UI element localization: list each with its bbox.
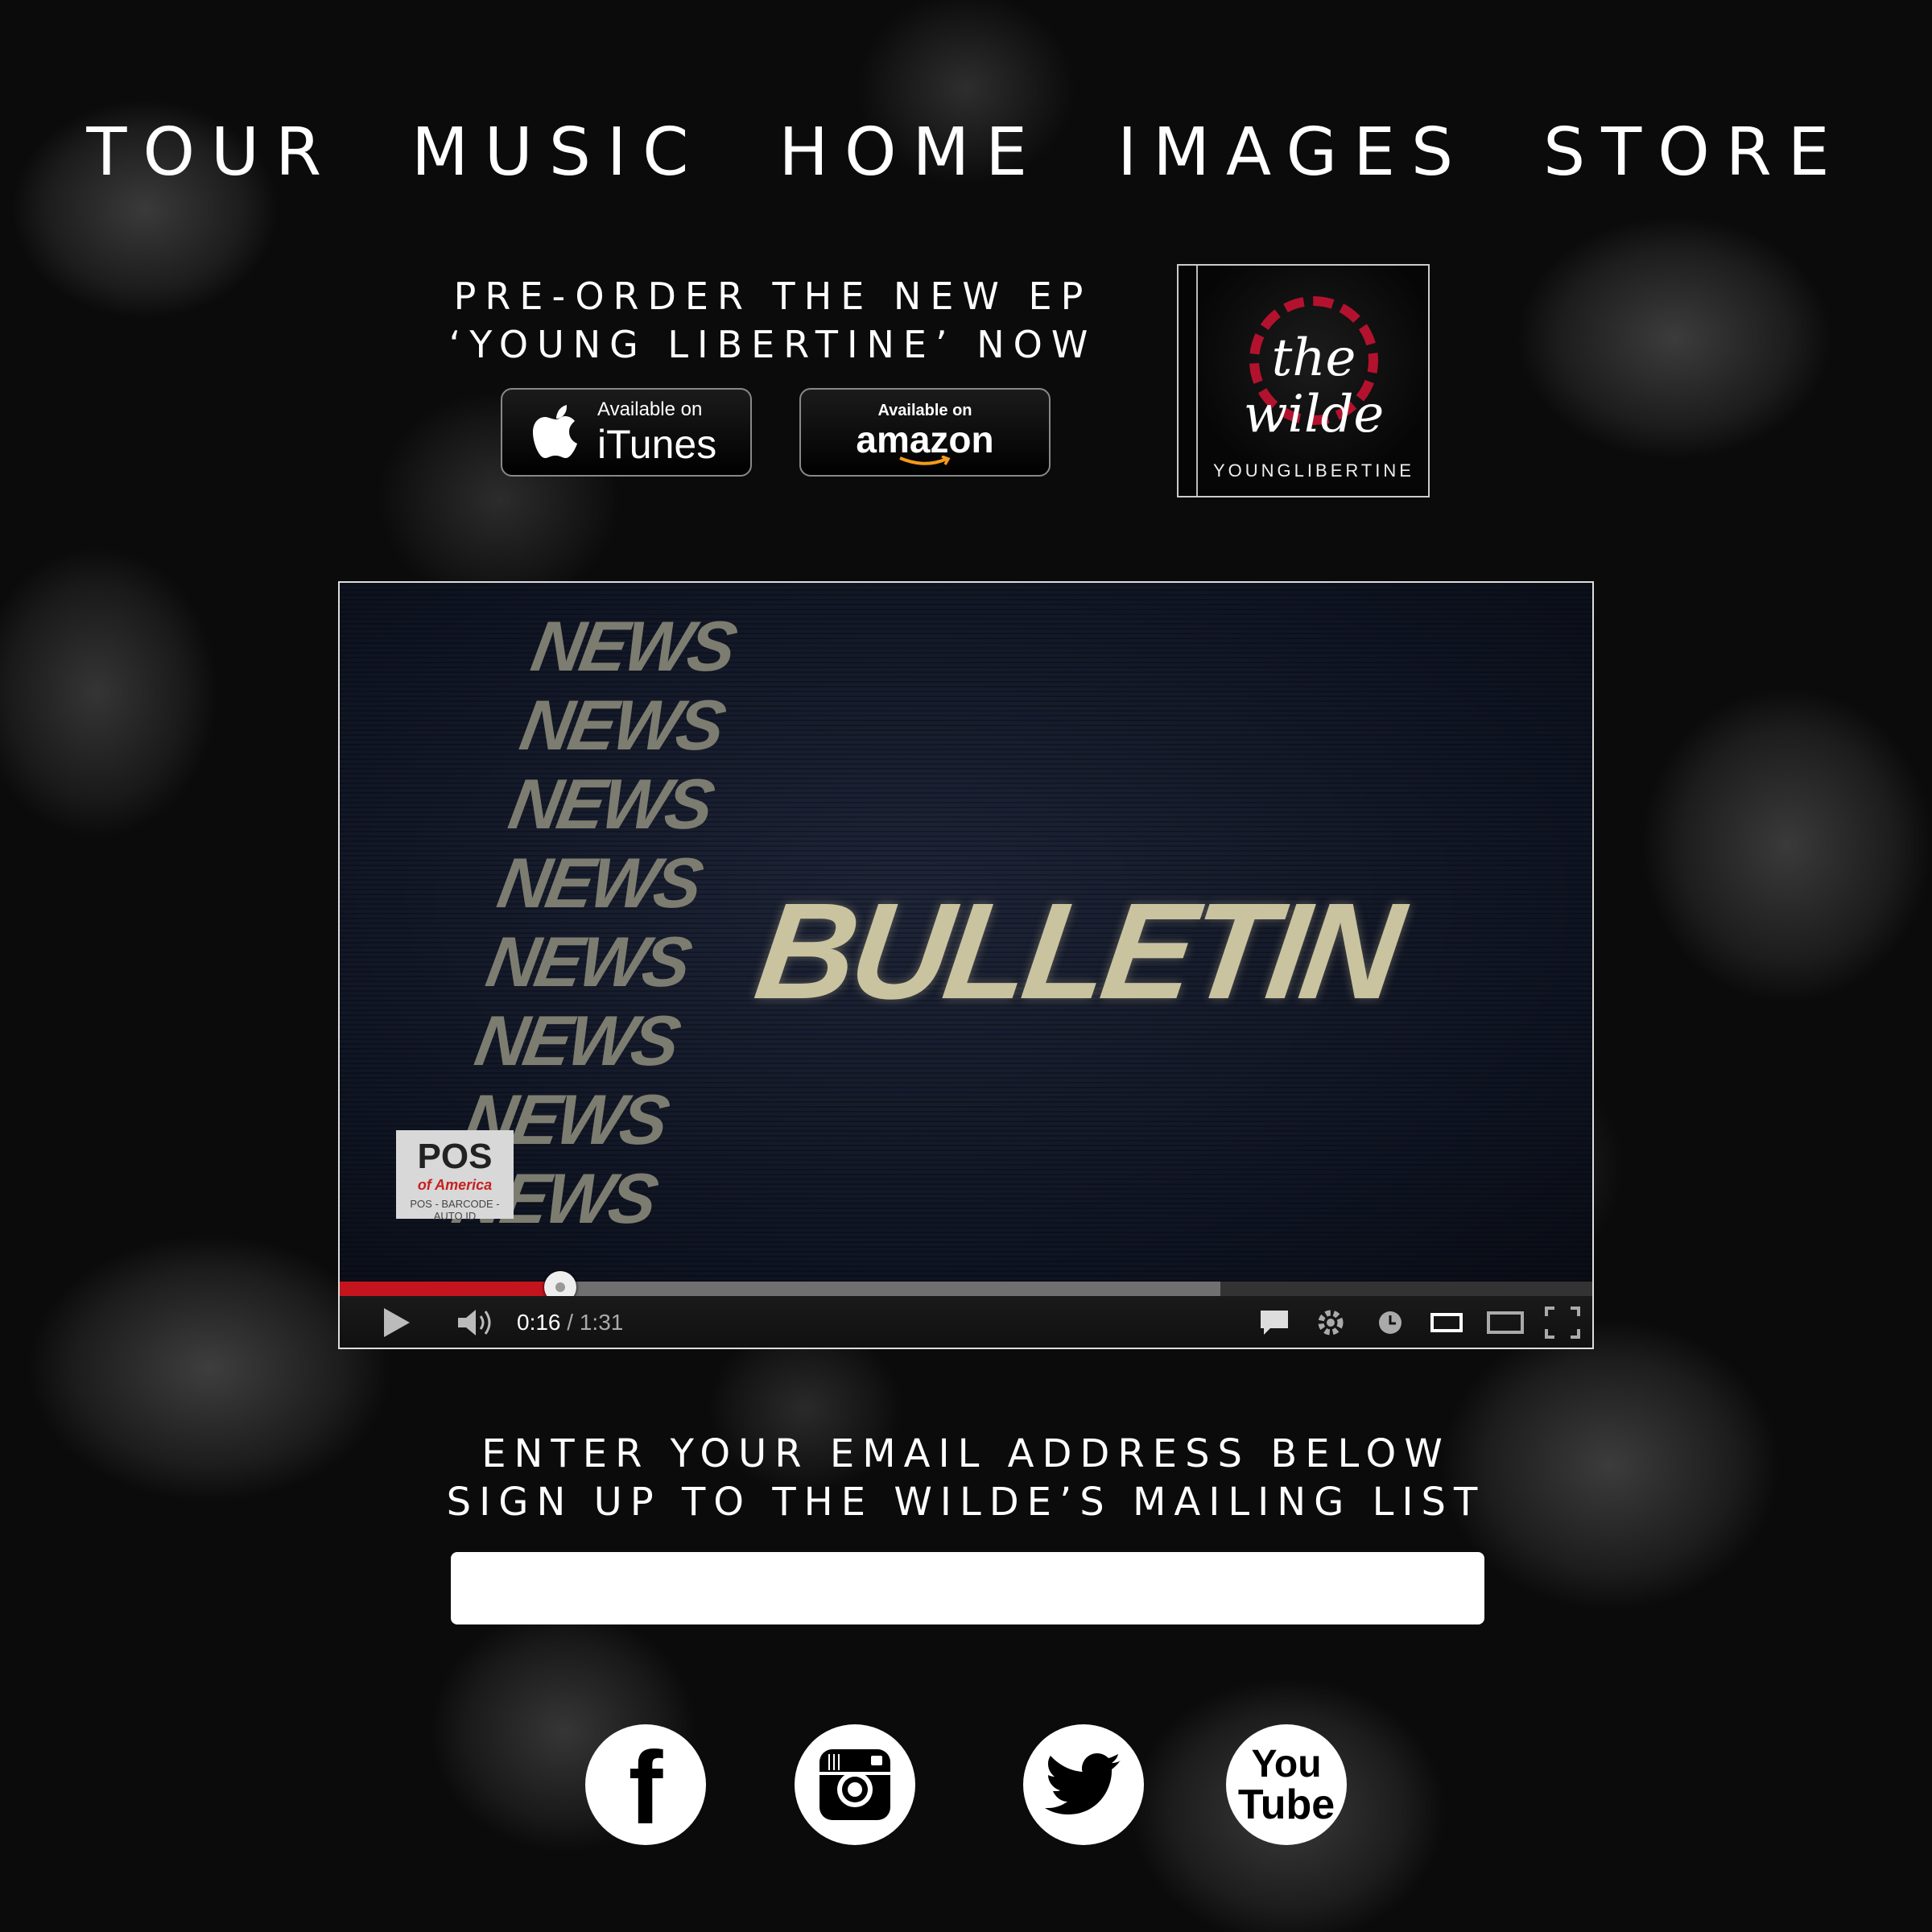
video-frame[interactable]: NEWS NEWS NEWS NEWS NEWS NEWS NEWS NEWS … [340, 583, 1592, 1282]
album-cover[interactable]: the wilde YOUNGLIBERTINE [1177, 264, 1430, 497]
news-line: NEWS [492, 843, 706, 923]
current-time: 0:16 [517, 1310, 561, 1335]
bulletin-headline: BULLETIN [747, 875, 1407, 1028]
nav-music[interactable]: MUSIC [411, 113, 704, 193]
preorder-heading: PRE-ORDER THE NEW EP ‘YOUNG LIBERTINE’ N… [435, 272, 1111, 369]
pos-watermark: POS of America POS - BARCODE - AUTO ID [396, 1130, 514, 1222]
video-player[interactable]: NEWS NEWS NEWS NEWS NEWS NEWS NEWS NEWS … [338, 581, 1594, 1349]
youtube-tube: Tube [1237, 1781, 1335, 1828]
news-line: NEWS [481, 922, 695, 1001]
mailing-line-1: ENTER YOUR EMAIL ADDRESS BELOW [481, 1431, 1451, 1476]
played-bar [340, 1282, 560, 1296]
fullscreen-button[interactable] [1542, 1302, 1583, 1343]
youtube-you: You [1251, 1743, 1322, 1785]
itunes-button[interactable]: Available on iTunes [501, 388, 752, 477]
gear-icon [1318, 1310, 1344, 1335]
itunes-available-label: Available on [597, 398, 703, 420]
play-button[interactable] [377, 1302, 417, 1343]
nav-images[interactable]: IMAGES [1117, 113, 1469, 193]
play-icon [384, 1308, 410, 1337]
miniplayer-button[interactable] [1426, 1302, 1467, 1343]
control-bar: 0:16 / 1:31 [340, 1296, 1592, 1348]
captions-button[interactable] [1254, 1302, 1294, 1343]
news-line: NEWS [503, 764, 717, 844]
preorder-line-1: PRE-ORDER THE NEW EP [453, 275, 1092, 318]
itunes-label: iTunes [597, 422, 717, 467]
news-line: NEWS [514, 685, 729, 765]
facebook-button[interactable]: f [585, 1724, 706, 1845]
amazon-available-label: Available on [877, 401, 972, 419]
facebook-icon: f [628, 1731, 663, 1846]
progress-bar[interactable] [340, 1271, 1592, 1303]
pos-sub: of America [417, 1177, 493, 1193]
news-line: NEWS [469, 1001, 683, 1080]
time-readout: 0:16 / 1:31 [517, 1302, 623, 1343]
album-art: the wilde YOUNGLIBERTINE [1196, 266, 1428, 496]
small-player-icon [1430, 1313, 1463, 1332]
news-line: NEWS [526, 606, 740, 686]
fullscreen-icon [1545, 1307, 1580, 1339]
news-stack: NEWS NEWS NEWS NEWS NEWS NEWS NEWS NEWS [447, 606, 739, 1238]
twitter-icon [1045, 1753, 1121, 1814]
nav-tour[interactable]: TOUR [86, 113, 337, 193]
instagram-icon [819, 1749, 890, 1820]
amazon-smile-icon [899, 455, 951, 465]
pos-main: POS [417, 1137, 493, 1176]
main-nav: TOUR MUSIC HOME IMAGES STORE [0, 113, 1932, 193]
clock-icon [1379, 1311, 1402, 1334]
settings-button[interactable] [1311, 1302, 1351, 1343]
instagram-button[interactable] [795, 1724, 915, 1845]
watch-later-button[interactable] [1370, 1302, 1410, 1343]
youtube-button[interactable]: You Tube [1226, 1724, 1347, 1845]
volume-icon [458, 1310, 491, 1335]
twitter-button[interactable] [1023, 1724, 1144, 1845]
theater-mode-button[interactable] [1483, 1302, 1528, 1343]
captions-icon [1261, 1311, 1288, 1335]
nav-home[interactable]: HOME [778, 113, 1043, 193]
album-logo-top: the [1271, 328, 1356, 388]
preorder-line-2: ‘YOUNG LIBERTINE’ NOW [448, 323, 1097, 366]
mailing-line-2: SIGN UP TO THE WILDE’S MAILING LIST [446, 1480, 1486, 1525]
mailing-heading: ENTER YOUR EMAIL ADDRESS BELOW SIGN UP T… [435, 1430, 1497, 1526]
email-input[interactable] [451, 1552, 1484, 1624]
theater-icon [1487, 1311, 1524, 1334]
amazon-button[interactable]: Available on amazon [799, 388, 1051, 477]
album-logo: the wilde [1198, 328, 1428, 444]
nav-store[interactable]: STORE [1543, 113, 1845, 193]
album-logo-bottom: wilde [1243, 385, 1385, 444]
time-separator: / [560, 1310, 580, 1335]
amazon-label: amazon [856, 418, 994, 460]
apple-icon [533, 405, 577, 458]
duration: 1:31 [579, 1310, 624, 1335]
volume-button[interactable] [452, 1302, 501, 1343]
album-caption: YOUNGLIBERTINE [1213, 460, 1414, 481]
pos-tag: POS - BARCODE - AUTO ID [410, 1198, 500, 1222]
youtube-icon: You Tube [1237, 1743, 1335, 1828]
